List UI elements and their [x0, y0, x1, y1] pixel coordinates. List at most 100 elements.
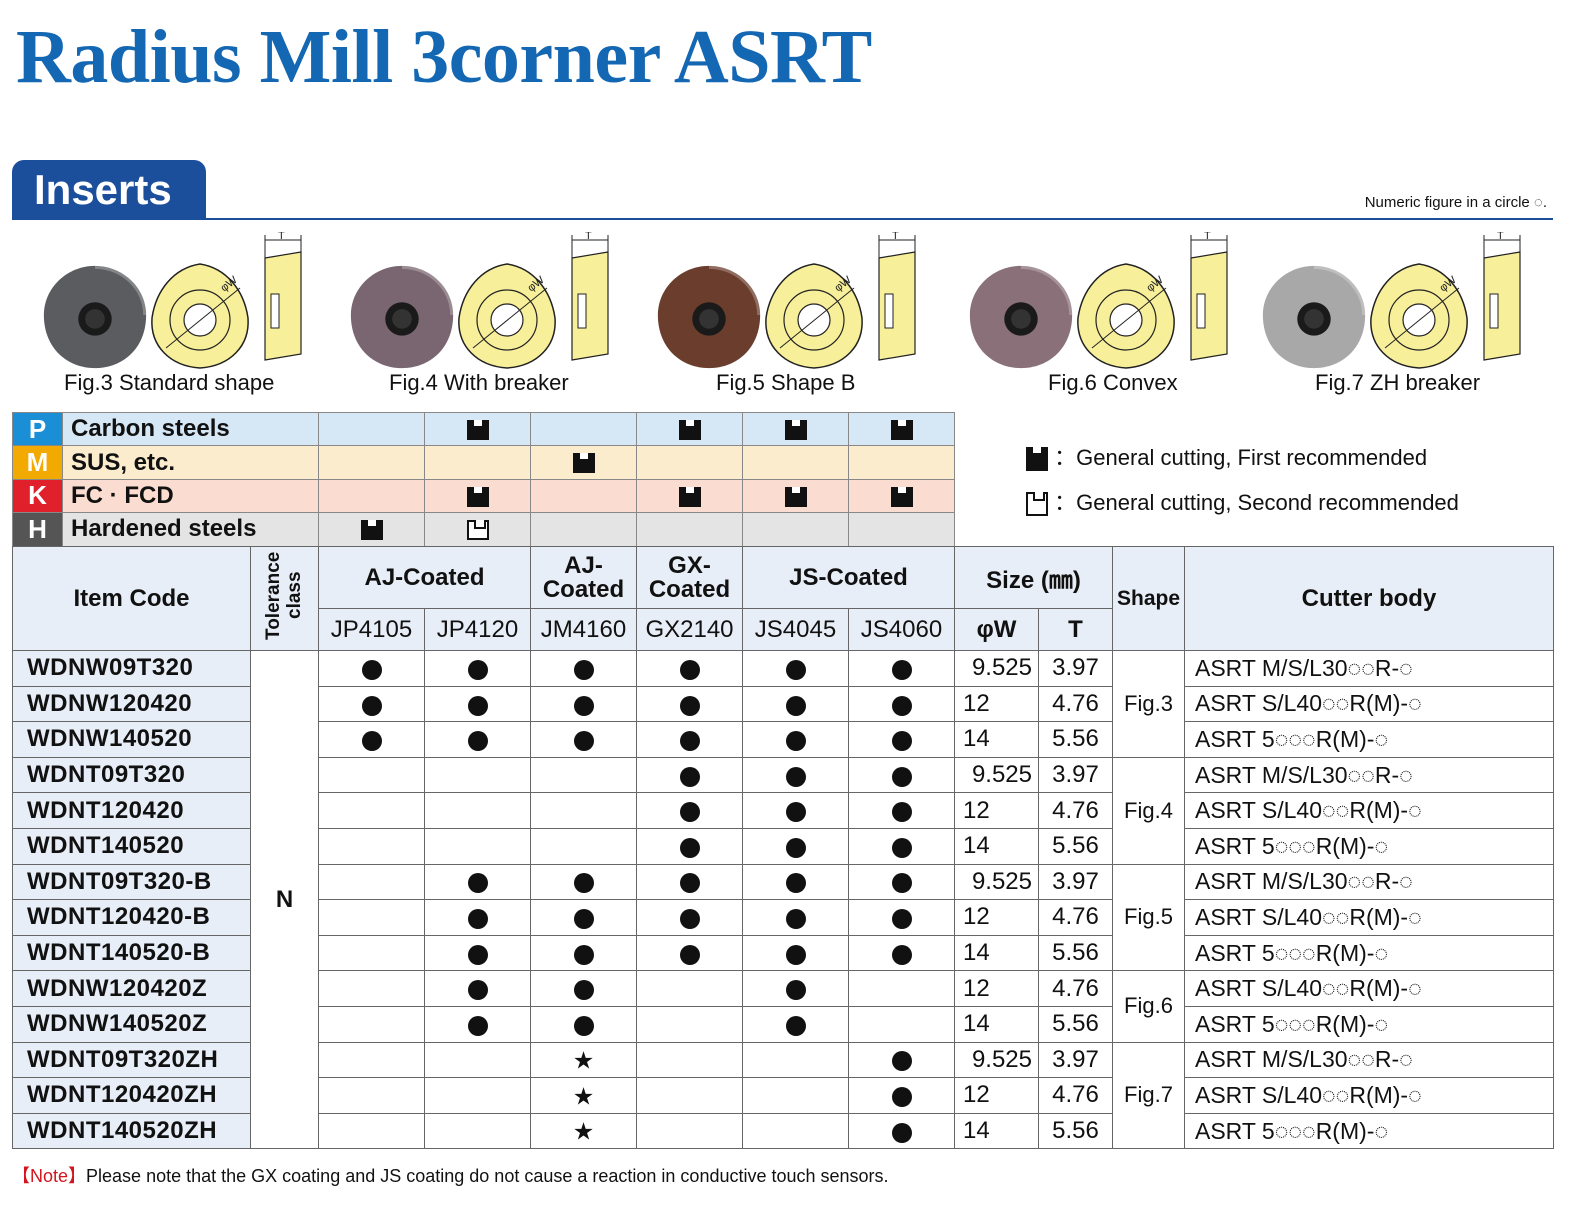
first-recommended-icon — [360, 520, 383, 541]
insert-photo-icon — [350, 262, 457, 369]
item-code: WDNT120420-B — [12, 899, 251, 936]
insert-photo-icon — [969, 262, 1076, 369]
first-recommended-icon — [890, 419, 913, 440]
grade-cell — [424, 827, 531, 865]
insert-side-view-icon: T — [571, 232, 609, 361]
material-mark — [318, 411, 425, 447]
grade-cell — [424, 970, 531, 1007]
grade-cell — [530, 1005, 637, 1043]
available-dot-icon — [573, 909, 594, 930]
grade-cell — [424, 1077, 531, 1114]
grade-cell — [742, 792, 849, 829]
table-row: WDNW120420Z 12 4.76 Fig.6 ASRT S/L40◌◌R(M)-◌ — [12, 970, 1554, 1043]
shape-figure: Fig.6 — [1112, 970, 1185, 1043]
item-code: WDNW120420 — [12, 685, 251, 723]
available-dot-icon — [467, 980, 488, 1001]
table-row: WDNW120420 12 4.76 ASRT S/L40◌◌R(M)-◌ — [12, 685, 1554, 723]
available-dot-icon — [785, 695, 806, 716]
grade-cell — [636, 1041, 743, 1079]
available-dot-icon — [785, 944, 806, 965]
insert-drawing-icon: φW — [1077, 263, 1175, 369]
first-recommended-icon — [466, 486, 489, 507]
size-w: 12 — [954, 970, 1039, 1007]
table-row: WDNT120420-B 12 4.76 ASRT S/L40◌◌R(M)-◌ — [12, 899, 1554, 936]
table-row: WDNT09T320 9.525 3.97 Fig.4 ASRT M/S/L30◌◌R-… — [12, 756, 1554, 865]
legend-second: ：General cutting, Second recommended — [1026, 485, 1459, 517]
available-dot-icon — [785, 837, 806, 858]
grade-cell: ★ — [530, 1077, 637, 1114]
grade-cell — [848, 650, 955, 687]
table-row: WDNW140520Z 14 5.56 ASRT 5◌◌◌R(M)-◌ — [12, 1005, 1554, 1043]
material-mark — [742, 445, 849, 480]
material-mark — [318, 478, 425, 514]
material-mark — [530, 445, 637, 480]
insert-side-view-icon: T — [1483, 232, 1521, 361]
size-w: 9.525 — [954, 650, 1039, 687]
material-mark — [742, 512, 849, 547]
size-t: 5.56 — [1038, 721, 1113, 758]
grade-jp4105: JP4105 — [318, 608, 425, 651]
item-code: WDNW120420Z — [12, 970, 251, 1007]
insert-side-view-icon: T — [264, 232, 302, 361]
available-dot-icon — [891, 909, 912, 930]
grade-cell — [318, 934, 425, 972]
grade-cell — [318, 863, 425, 901]
insert-drawing-icon: φW — [151, 263, 249, 369]
insert-drawing-icon: φW — [765, 263, 863, 369]
size-t: 4.76 — [1038, 899, 1113, 936]
t-dimension-label: T — [1497, 232, 1504, 242]
material-letter: P — [12, 411, 63, 447]
item-code: WDNW140520Z — [12, 1005, 251, 1043]
grade-cell — [848, 756, 955, 794]
grade-cell — [742, 863, 849, 901]
material-mark — [318, 445, 425, 480]
grade-cell — [636, 827, 743, 865]
table-row: WDNT140520ZH ★ 14 5.56 ASRT 5◌◌◌R(M)-◌ — [12, 1112, 1554, 1150]
grade-cell — [530, 863, 637, 901]
grade-cell — [636, 792, 743, 829]
header-item-code: Item Code — [12, 546, 251, 651]
cutter-body: ASRT M/S/L30◌◌R-◌ — [1184, 756, 1554, 794]
size-t: 3.97 — [1038, 756, 1113, 794]
available-dot-icon — [679, 659, 700, 680]
first-recommended-icon — [678, 486, 701, 507]
insert-photo-icon — [1262, 262, 1369, 369]
cutter-body: ASRT S/L40◌◌R(M)-◌ — [1184, 970, 1554, 1007]
page-title: Radius Mill 3corner ASRT — [16, 15, 872, 99]
available-dot-icon — [467, 659, 488, 680]
available-dot-icon — [679, 909, 700, 930]
material-mark — [636, 478, 743, 514]
header-w: φW — [954, 608, 1039, 651]
table-row: WDNT140520 14 5.56 ASRT 5◌◌◌R(M)-◌ — [12, 827, 1554, 865]
size-t: 4.76 — [1038, 970, 1113, 1007]
first-recommended-icon — [678, 419, 701, 440]
grade-cell — [530, 899, 637, 936]
figure-caption: Fig.7 ZH breaker — [1315, 370, 1481, 395]
second-recommended-icon — [1026, 492, 1048, 517]
grade-cell — [848, 827, 955, 865]
grade-gx2140: GX2140 — [636, 608, 743, 651]
material-mark — [318, 512, 425, 547]
inserts-table: Item Code Tolerance class AJ-Coated AJ- C… — [12, 546, 1554, 1150]
grade-cell — [424, 863, 531, 901]
available-dot-icon — [891, 1122, 912, 1143]
grade-cell — [424, 685, 531, 723]
shape-figure: Fig.5 — [1112, 863, 1185, 972]
grade-cell — [742, 1077, 849, 1114]
grade-cell — [424, 756, 531, 794]
grade-cell — [424, 1112, 531, 1150]
available-dot-icon — [891, 1087, 912, 1108]
grade-cell — [742, 685, 849, 723]
insert-drawing-icon: φW — [458, 263, 556, 369]
available-dot-icon — [785, 909, 806, 930]
table-row: WDNT120420ZH ★ 12 4.76 ASRT S/L40◌◌R(M)-◌ — [12, 1077, 1554, 1114]
shape-figure: Fig.7 — [1112, 1041, 1185, 1150]
grade-cell: ★ — [530, 1041, 637, 1079]
available-dot-icon — [573, 873, 594, 894]
available-dot-icon — [891, 802, 912, 823]
grade-cell — [848, 1005, 955, 1043]
available-dot-icon — [573, 1015, 594, 1036]
available-dot-icon — [679, 802, 700, 823]
available-dot-icon — [891, 944, 912, 965]
available-dot-icon — [467, 909, 488, 930]
